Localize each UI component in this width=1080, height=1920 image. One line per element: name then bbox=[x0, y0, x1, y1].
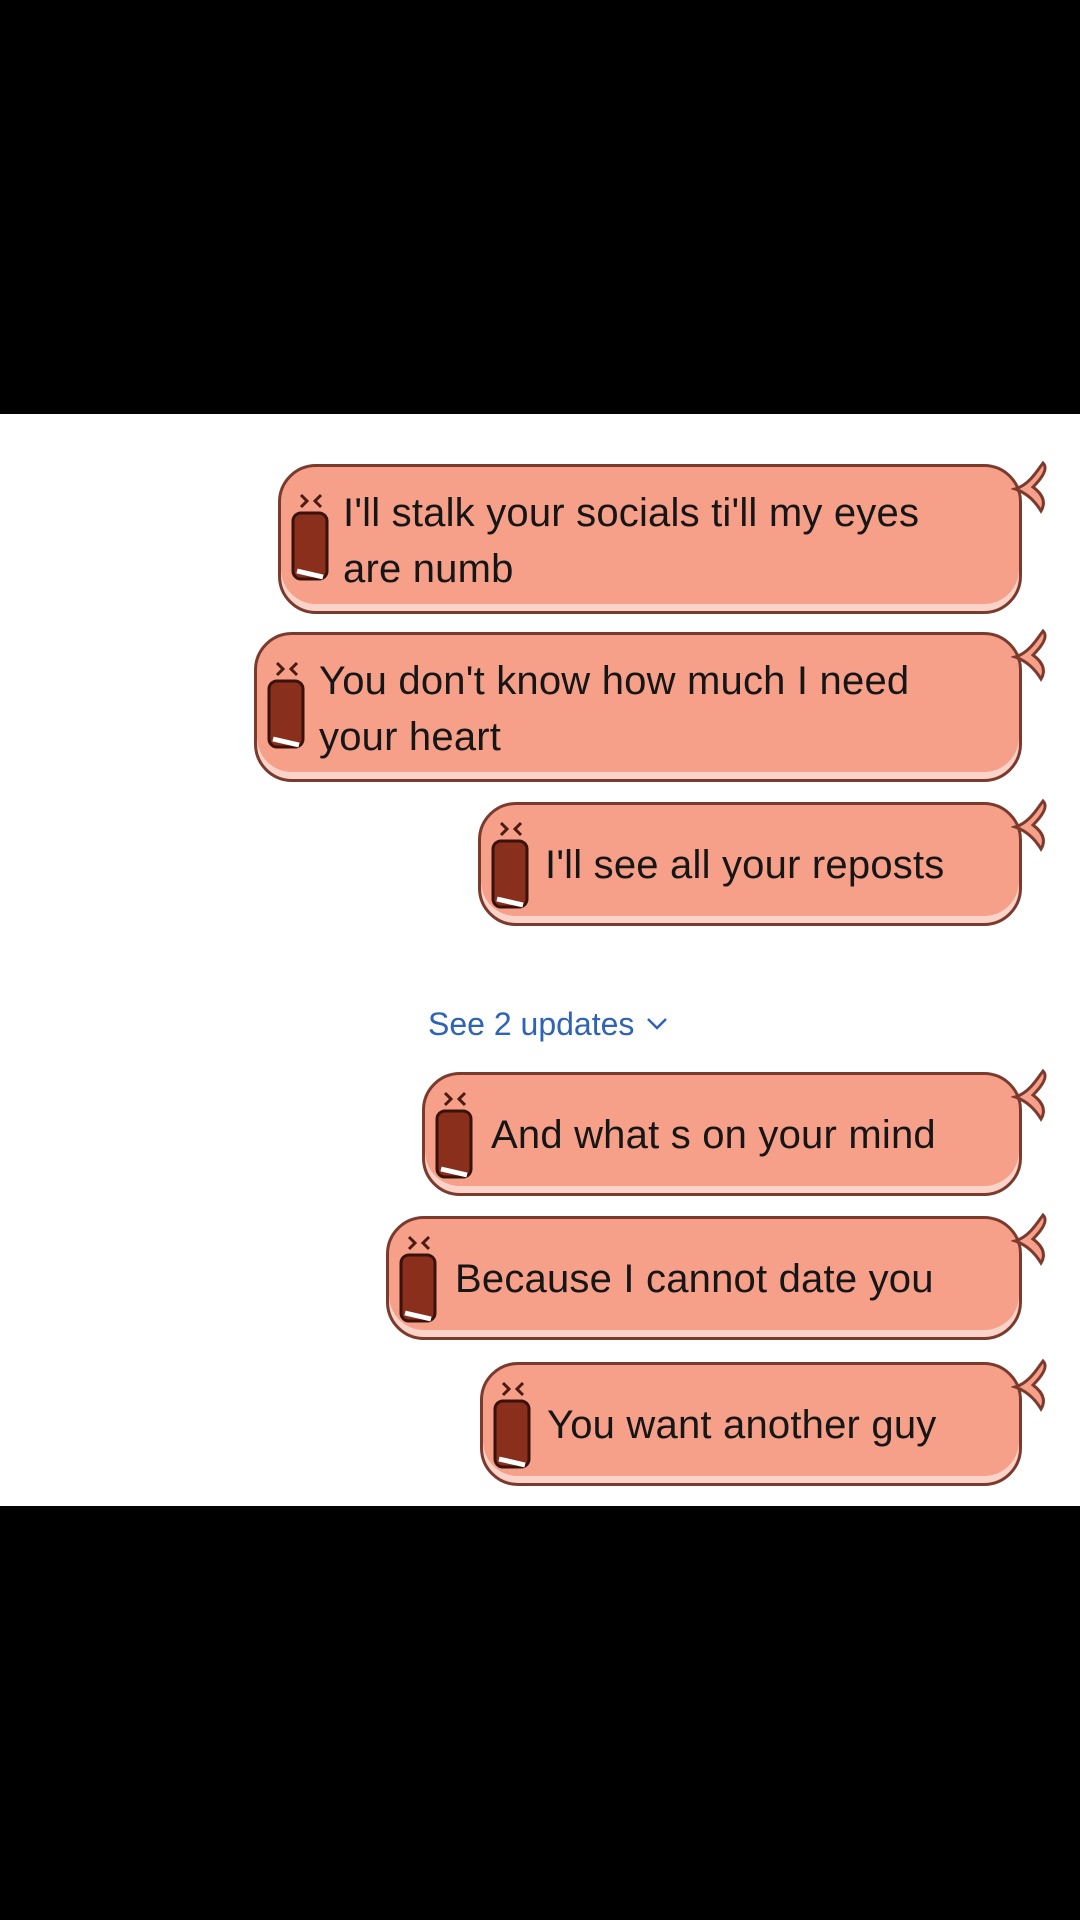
ribbon-bow-icon bbox=[1011, 1358, 1047, 1412]
screaming-soda-can-icon bbox=[493, 1381, 531, 1469]
message-text-line: Because I cannot date you bbox=[455, 1257, 934, 1301]
message-text-line: are numb bbox=[343, 547, 514, 591]
message-text-line: your heart bbox=[319, 715, 502, 759]
screaming-soda-can-icon bbox=[267, 661, 305, 749]
screaming-soda-can-icon bbox=[435, 1091, 473, 1179]
see-updates-link[interactable]: See 2 updates bbox=[428, 1004, 668, 1044]
screaming-soda-can-icon bbox=[291, 493, 329, 581]
message-bubble[interactable]: You don't know how much I need your hear… bbox=[254, 628, 1047, 782]
chat-thread[interactable]: I'll stalk your socials ti'll my eyes ar… bbox=[0, 414, 1080, 1506]
ribbon-bow-icon bbox=[1011, 1068, 1047, 1122]
ribbon-bow-icon bbox=[1011, 798, 1047, 852]
see-updates-label: See 2 updates bbox=[428, 1006, 635, 1042]
message-bubble[interactable]: And what s on your mind bbox=[422, 1068, 1047, 1196]
ribbon-bow-icon bbox=[1011, 460, 1047, 514]
letterbox-bottom bbox=[0, 1506, 1080, 1920]
ribbon-bow-icon bbox=[1011, 1212, 1047, 1266]
message-text-line: And what s on your mind bbox=[491, 1113, 936, 1157]
letterbox-top bbox=[0, 0, 1080, 414]
message-bubble[interactable]: I'll stalk your socials ti'll my eyes ar… bbox=[278, 460, 1047, 614]
message-text-line: You want another guy bbox=[547, 1403, 937, 1447]
screaming-soda-can-icon bbox=[491, 821, 529, 909]
message-bubble[interactable]: I'll see all your reposts bbox=[478, 798, 1047, 926]
message-bubble[interactable]: Because I cannot date you bbox=[386, 1212, 1047, 1340]
chevron-down-icon bbox=[647, 1018, 668, 1030]
message-text-line: I'll stalk your socials ti'll my eyes bbox=[343, 491, 920, 535]
message-bubble[interactable]: You want another guy bbox=[480, 1358, 1047, 1486]
message-text-line: You don't know how much I need bbox=[319, 659, 910, 703]
message-text-line: I'll see all your reposts bbox=[545, 843, 945, 887]
screaming-soda-can-icon bbox=[399, 1235, 437, 1323]
ribbon-bow-icon bbox=[1011, 628, 1047, 682]
